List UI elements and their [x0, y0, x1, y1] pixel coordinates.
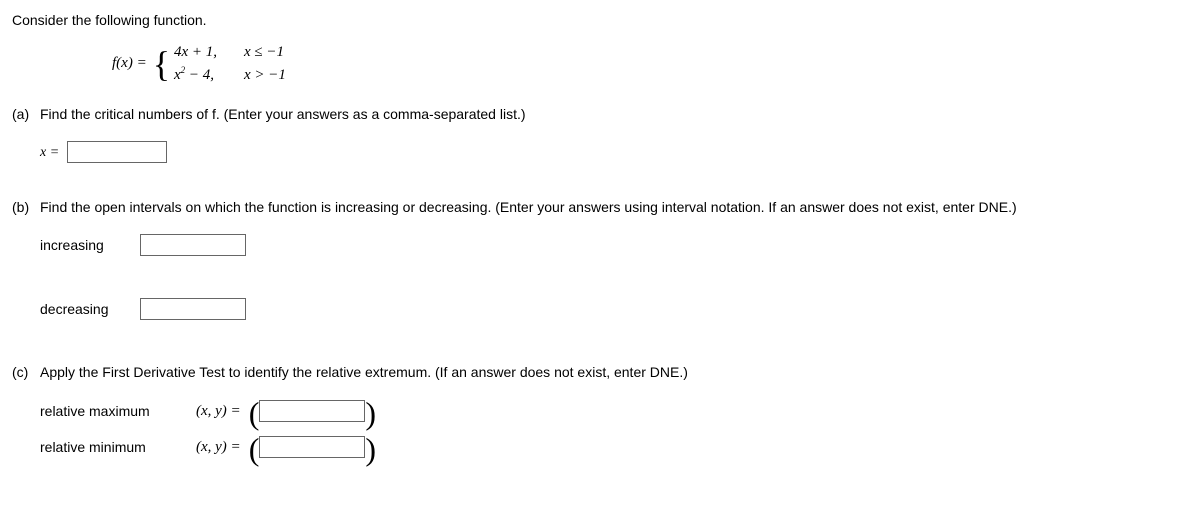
- increasing-input[interactable]: [140, 234, 246, 256]
- increasing-label: increasing: [40, 235, 140, 256]
- part-b: (b) Find the open intervals on which the…: [12, 197, 1188, 332]
- part-a: (a) Find the critical numbers of f. (Ent…: [12, 104, 1188, 191]
- x-equals-label: x =: [40, 142, 59, 163]
- piece2-cond: x > −1: [244, 64, 286, 87]
- piece1-cond: x ≤ −1: [244, 41, 284, 64]
- part-c-label: (c): [12, 362, 40, 471]
- part-b-prompt: Find the open intervals on which the fun…: [40, 197, 1188, 218]
- relmax-label: relative maximum: [40, 401, 180, 422]
- piece1-expr: 4x + 1,: [174, 41, 234, 64]
- part-c: (c) Apply the First Derivative Test to i…: [12, 362, 1188, 471]
- relmax-input[interactable]: [259, 400, 365, 422]
- lparen-icon: (: [249, 437, 260, 461]
- rparen-icon: ): [365, 401, 376, 425]
- part-b-label: (b): [12, 197, 40, 332]
- decreasing-input[interactable]: [140, 298, 246, 320]
- part-a-prompt-text: Find the critical numbers of f. (Enter y…: [40, 106, 526, 122]
- piece2-post: − 4,: [185, 67, 214, 83]
- piece2-expr: x2 − 4,: [174, 64, 234, 87]
- critical-numbers-input[interactable]: [67, 141, 167, 163]
- part-c-prompt: Apply the First Derivative Test to ident…: [40, 362, 1188, 383]
- function-lhs: f(x) =: [112, 52, 147, 75]
- lparen-icon: (: [249, 401, 260, 425]
- xy-label-min: (x, y) =: [196, 436, 241, 459]
- xy-label-max: (x, y) =: [196, 400, 241, 423]
- part-a-label: (a): [12, 104, 40, 191]
- decreasing-label: decreasing: [40, 299, 140, 320]
- relmin-input[interactable]: [259, 436, 365, 458]
- brace-icon: {: [153, 46, 170, 82]
- relmin-label: relative minimum: [40, 437, 180, 458]
- part-a-prompt: Find the critical numbers of f. (Enter y…: [40, 104, 1188, 125]
- intro-text: Consider the following function.: [12, 10, 1188, 31]
- piecewise-function: f(x) = { 4x + 1, x ≤ −1 x2 − 4, x > −1: [112, 41, 1188, 86]
- piece2-pre: x: [174, 67, 181, 83]
- rparen-icon: ): [365, 437, 376, 461]
